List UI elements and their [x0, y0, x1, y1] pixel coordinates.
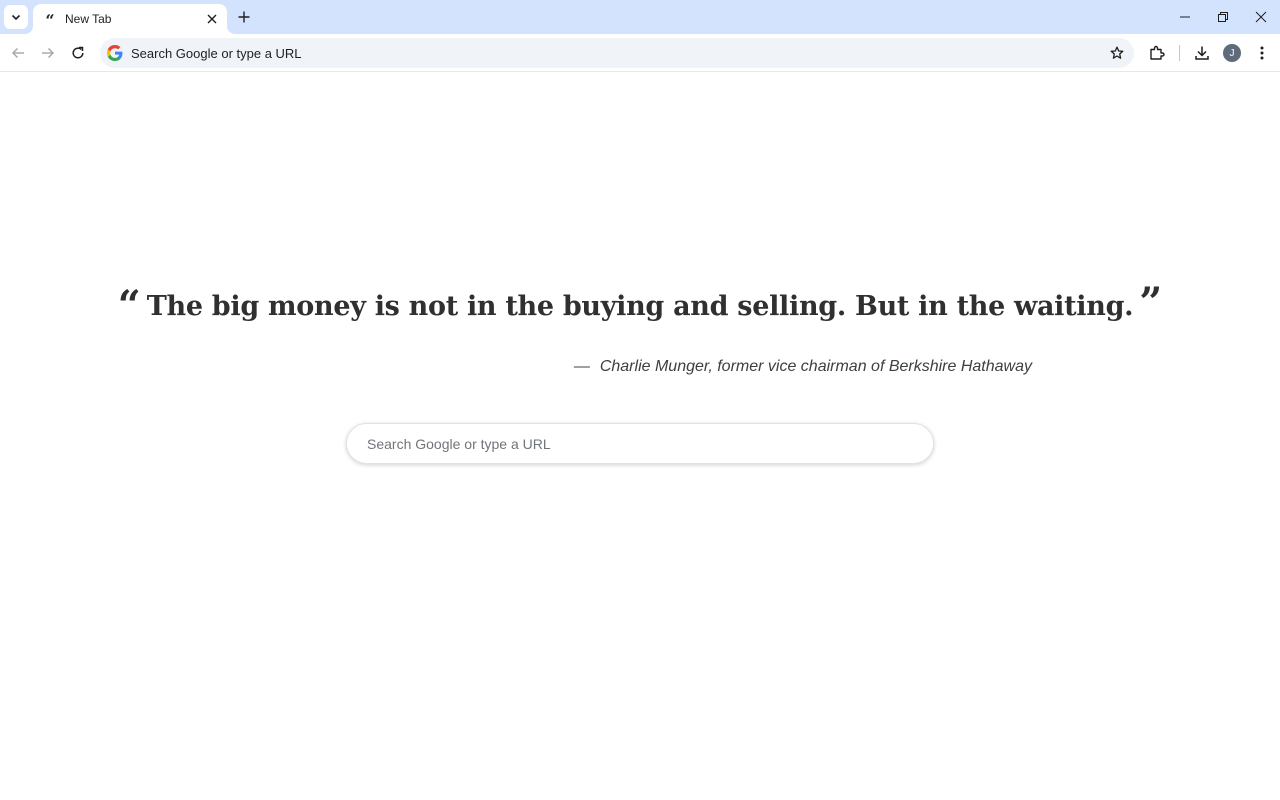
new-tab-button[interactable] [232, 5, 256, 29]
arrow-left-icon [11, 47, 24, 59]
toolbar: Search Google or type a URL J [0, 34, 1280, 72]
close-icon [207, 14, 217, 24]
back-button[interactable] [4, 39, 32, 67]
close-icon [1255, 11, 1267, 23]
omnibox[interactable]: Search Google or type a URL [100, 38, 1134, 68]
toolbar-divider [1179, 45, 1180, 61]
forward-button[interactable] [34, 39, 62, 67]
reload-icon [72, 46, 84, 59]
close-quote-icon: ” [1139, 283, 1163, 309]
attribution-dash: — [573, 358, 590, 375]
reload-button[interactable] [64, 39, 92, 67]
puzzle-icon [1150, 45, 1165, 60]
search-input[interactable] [367, 435, 933, 452]
arrow-right-icon [42, 47, 55, 59]
omnibox-text[interactable]: Search Google or type a URL [131, 46, 1102, 61]
profile-button[interactable]: J [1218, 39, 1246, 67]
open-quote-icon: “ [117, 286, 141, 312]
avatar: J [1223, 44, 1241, 62]
restore-button[interactable] [1204, 0, 1242, 34]
minimize-icon [1180, 16, 1190, 18]
quote-attribution: — Charlie Munger, former vice chairman of… [574, 358, 1032, 376]
bookmark-button[interactable] [1102, 39, 1132, 67]
tab-strip: “ New Tab [0, 0, 1280, 34]
kebab-menu-icon [1260, 46, 1264, 60]
quote-block: “ The big money is not in the buying and… [0, 282, 1280, 332]
quote-icon: “ [45, 11, 55, 30]
quote-text: The big money is not in the buying and s… [146, 291, 1134, 322]
menu-button[interactable] [1248, 39, 1276, 67]
star-icon [1110, 46, 1124, 59]
google-icon [107, 45, 123, 61]
tab-new-tab[interactable]: “ New Tab [33, 4, 227, 34]
close-window-button[interactable] [1242, 0, 1280, 34]
tab-title: New Tab [65, 12, 112, 26]
restore-icon [1218, 12, 1228, 22]
plus-icon [238, 11, 250, 23]
quote-author: Charlie Munger, former vice chairman of … [599, 358, 1032, 375]
search-box[interactable] [346, 423, 934, 464]
chevron-down-icon [11, 14, 21, 21]
downloads-button[interactable] [1188, 39, 1216, 67]
tab-close-button[interactable] [203, 10, 221, 28]
quote-line: “ The big money is not in the buying and… [118, 282, 1163, 332]
minimize-button[interactable] [1166, 0, 1204, 34]
download-icon [1195, 46, 1209, 60]
extensions-button[interactable] [1143, 39, 1171, 67]
